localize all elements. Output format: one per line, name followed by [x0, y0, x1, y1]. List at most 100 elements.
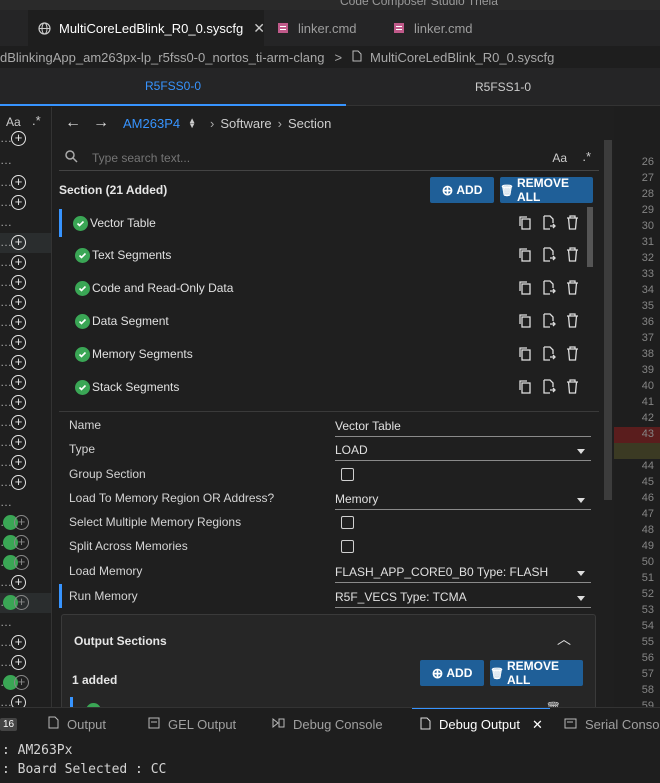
tab-syscfg[interactable]: MultiCoreLedBlink_R0_0.syscfg ✕ — [28, 10, 265, 46]
trash-icon[interactable] — [566, 313, 579, 331]
tree-row[interactable]: …+ — [0, 513, 51, 533]
add-circle-icon[interactable]: + — [11, 131, 26, 146]
tree-row[interactable]: … — [0, 493, 51, 513]
tree-row[interactable]: …+ — [0, 473, 51, 493]
tab-r5fss0-0[interactable]: R5FSS0-0 — [0, 68, 346, 106]
tree-row[interactable]: …+ — [0, 293, 51, 313]
tree-row[interactable]: …+ — [0, 673, 51, 693]
tab-debug-output[interactable]: Debug Output ✕ — [412, 708, 550, 740]
add-circle-icon[interactable]: + — [11, 435, 26, 450]
add-circle-icon[interactable]: + — [14, 515, 29, 530]
tab-debug-console[interactable]: Debug Console — [272, 708, 383, 740]
add-circle-icon[interactable]: + — [11, 395, 26, 410]
add-circle-icon[interactable]: + — [11, 575, 26, 590]
tree-row[interactable]: … — [0, 213, 51, 233]
tree-row[interactable]: …+ — [0, 313, 51, 333]
tree-row[interactable]: …+ — [0, 129, 51, 149]
file-export-icon[interactable] — [542, 215, 556, 233]
tree-row[interactable]: …+ — [0, 273, 51, 293]
tree-row[interactable]: …+ — [0, 433, 51, 453]
name-field[interactable]: Vector Table — [335, 417, 591, 437]
add-output-section-button[interactable]: ⊕ ADD — [420, 660, 484, 686]
updown-chevron-icon[interactable]: ▲ ▼ — [188, 117, 196, 130]
tab-gel-output[interactable]: GEL Output — [148, 708, 236, 740]
add-circle-icon[interactable]: + — [11, 315, 26, 330]
add-circle-icon[interactable]: + — [14, 535, 29, 550]
trash-icon[interactable] — [566, 215, 579, 233]
list-scrollbar[interactable] — [587, 207, 593, 267]
type-select[interactable]: LOAD — [335, 441, 591, 461]
tree-row[interactable]: …+ — [0, 553, 51, 573]
remove-all-sections-button[interactable]: 🗑 REMOVE ALL — [500, 176, 593, 204]
tab-serial-console[interactable]: Serial Console — [564, 708, 660, 740]
regex-toggle[interactable]: .* — [32, 113, 41, 128]
match-case-toggle[interactable]: Aa — [552, 151, 567, 165]
file-export-icon[interactable] — [542, 247, 556, 265]
trash-icon[interactable] — [566, 280, 579, 298]
tab-linker-1[interactable]: linker.cmd — [270, 10, 390, 46]
section-list-item[interactable]: Stack Segments — [59, 371, 589, 403]
add-circle-icon[interactable]: + — [11, 195, 26, 210]
problems-badge[interactable]: 16 — [0, 708, 18, 740]
add-circle-icon[interactable]: + — [11, 255, 26, 270]
copy-icon[interactable] — [518, 247, 532, 265]
section-list-item[interactable]: Memory Segments — [59, 338, 589, 370]
tree-row[interactable]: …+ — [0, 393, 51, 413]
breadcrumb-project[interactable]: dBlinkingApp_am263px-lp_r5fss0-0_nortos_… — [0, 50, 324, 65]
tree-row[interactable]: …+ — [0, 173, 51, 193]
section-list-item[interactable]: Code and Read-Only Data — [59, 272, 589, 304]
trash-icon[interactable] — [566, 247, 579, 265]
add-circle-icon[interactable]: + — [11, 295, 26, 310]
copy-icon[interactable] — [518, 313, 532, 331]
add-circle-icon[interactable]: + — [11, 355, 26, 370]
tree-row[interactable]: …+ — [0, 533, 51, 553]
file-export-icon[interactable] — [542, 379, 556, 397]
group-section-checkbox[interactable] — [341, 468, 354, 481]
tab-linker-2[interactable]: linker.cmd — [386, 10, 506, 46]
chevron-up-icon[interactable]: ︿ — [557, 629, 571, 649]
tab-r5fss1-0[interactable]: R5FSS1-0 — [346, 68, 660, 106]
add-circle-icon[interactable]: + — [11, 635, 26, 650]
tree-row[interactable]: …+ — [0, 653, 51, 673]
tree-row[interactable]: …+ — [0, 353, 51, 373]
tree-row[interactable]: …+ — [0, 253, 51, 273]
section-list-item[interactable]: Data Segment — [59, 305, 589, 337]
section-list-item[interactable]: Text Segments — [59, 239, 589, 271]
tree-row[interactable]: …+ — [0, 193, 51, 213]
close-icon[interactable]: ✕ — [253, 20, 265, 37]
select-multiple-checkbox[interactable] — [341, 516, 354, 529]
add-circle-icon[interactable]: + — [11, 655, 26, 670]
match-case-toggle[interactable]: Aa — [6, 115, 21, 129]
copy-icon[interactable] — [518, 280, 532, 298]
add-circle-icon[interactable]: + — [11, 275, 26, 290]
tree-row[interactable]: …+ — [0, 233, 51, 253]
add-circle-icon[interactable]: + — [11, 695, 26, 707]
panel-scrollbar[interactable] — [604, 140, 612, 500]
tab-output[interactable]: Output — [48, 708, 106, 740]
forward-arrow-icon[interactable]: → — [93, 114, 109, 132]
copy-icon[interactable] — [518, 379, 532, 397]
tree-row[interactable]: … — [0, 151, 51, 171]
add-circle-icon[interactable]: + — [14, 675, 29, 690]
tree-row[interactable]: …+ — [0, 593, 51, 613]
run-memory-select[interactable]: R5F_VECS Type: TCMA — [335, 588, 591, 608]
load-to-select[interactable]: Memory — [335, 490, 591, 510]
nav-crumb-section[interactable]: Section — [288, 116, 331, 131]
trash-icon[interactable] — [566, 346, 579, 364]
add-circle-icon[interactable]: + — [11, 175, 26, 190]
add-circle-icon[interactable]: + — [14, 555, 29, 570]
copy-icon[interactable] — [518, 346, 532, 364]
trash-icon[interactable] — [566, 379, 579, 397]
nav-crumb-software[interactable]: Software — [220, 116, 271, 131]
add-circle-icon[interactable]: + — [11, 415, 26, 430]
close-icon[interactable]: ✕ — [532, 717, 543, 733]
copy-icon[interactable] — [518, 215, 532, 233]
split-across-checkbox[interactable] — [341, 540, 354, 553]
search-input[interactable] — [92, 150, 512, 165]
device-selector[interactable]: AM263P4 — [123, 116, 180, 131]
file-export-icon[interactable] — [542, 346, 556, 364]
tree-row[interactable]: …+ — [0, 573, 51, 593]
add-circle-icon[interactable]: + — [14, 595, 29, 610]
tree-row[interactable]: … — [0, 613, 51, 633]
add-circle-icon[interactable]: + — [11, 475, 26, 490]
